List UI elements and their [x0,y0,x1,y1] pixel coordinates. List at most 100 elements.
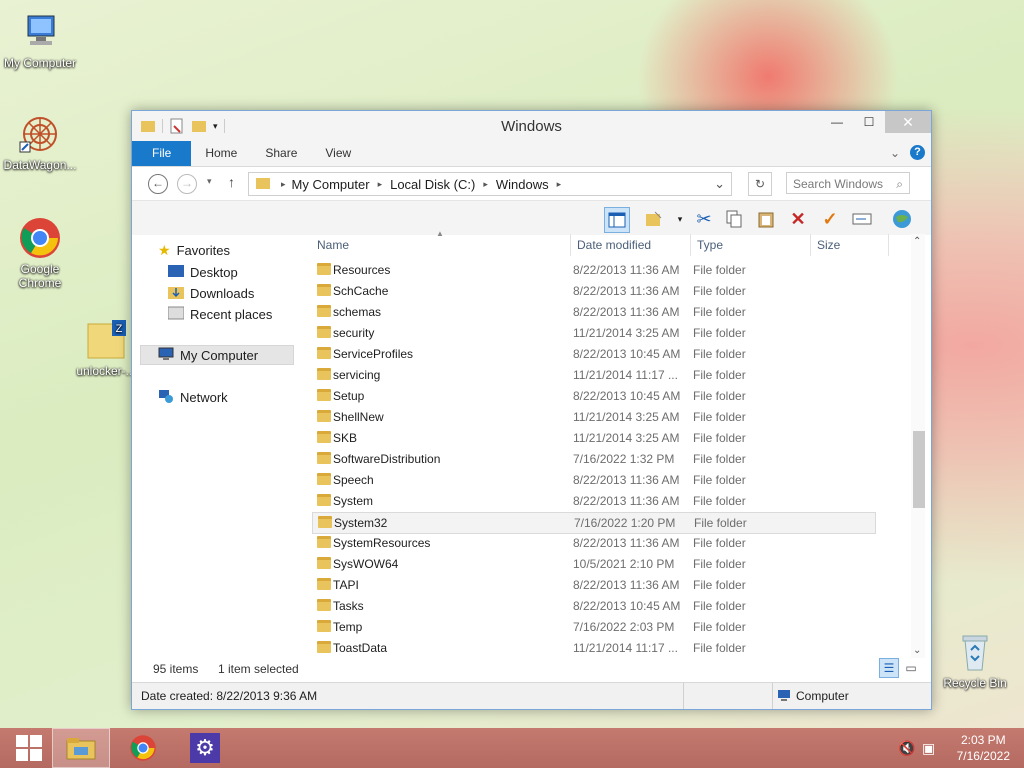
title-bar[interactable]: ▾ Windows — ☐ ✕ [132,111,931,141]
up-button[interactable]: ↑ [228,174,235,190]
address-dropdown-chevron-icon[interactable]: ⌄ [714,176,725,192]
location-label: Computer [796,689,849,703]
search-input[interactable]: Search Windows ⌕ [786,172,910,194]
folder-icon [317,599,331,611]
large-icons-view-icon[interactable]: ▭ [901,658,921,678]
breadcrumb-separator-icon: ▸ [483,178,488,189]
desktop-icon-datawagon[interactable]: DataWagon... [0,112,80,172]
folder-icon [317,641,331,653]
column-divider[interactable] [888,234,889,256]
column-header-name[interactable]: Name [317,238,349,256]
forward-button[interactable]: → [177,174,197,194]
table-row[interactable]: SchCache 8/22/2013 11:36 AM File folder [312,281,874,301]
desktop-icon-recycle-bin[interactable]: Recycle Bin [935,630,1015,690]
column-header-size[interactable]: Size [817,238,840,256]
nav-my-computer[interactable]: My Computer [140,345,294,365]
star-icon: ★ [158,241,171,258]
breadcrumb-local-disk[interactable]: Local Disk (C:) [390,177,475,192]
cut-icon[interactable]: ✂ [692,207,716,231]
clock-date: 7/16/2022 [956,749,1010,763]
tab-view[interactable]: View [311,141,365,166]
table-row[interactable]: ServiceProfiles 8/22/2013 10:45 AM File fo… [312,344,874,364]
table-row[interactable]: Tasks 8/22/2013 10:45 AM File folder [312,596,874,616]
file-name: Temp [333,620,363,634]
table-row[interactable]: Temp 7/16/2022 2:03 PM File folder [312,617,874,637]
details-view-icon[interactable]: ☰ [879,658,899,678]
table-row[interactable]: Speech 8/22/2013 11:36 AM File folder [312,470,874,490]
nav-label: Favorites [176,242,231,258]
file-type: File folder [693,431,746,445]
table-row[interactable]: Setup 8/22/2013 10:45 AM File folder [312,386,874,406]
nav-recent-places[interactable]: Recent places [167,304,272,324]
address-bar[interactable]: ▸ My Computer ▸ Local Disk (C:) ▸ Window… [248,172,732,196]
close-button[interactable]: ✕ [885,111,931,133]
taskbar-file-explorer[interactable] [52,728,110,768]
minimize-button[interactable]: — [821,111,853,133]
column-divider[interactable] [810,234,811,256]
nav-network[interactable]: Network [158,387,228,407]
expand-ribbon-chevron-icon[interactable]: ⌄ [890,146,900,160]
vertical-scrollbar[interactable]: ⌃ ⌄ [911,234,925,658]
network-status-icon[interactable]: ▣ [922,740,935,757]
taskbar-chrome[interactable] [114,728,172,768]
column-divider[interactable] [570,234,571,256]
file-name: schemas [333,305,382,319]
rename-icon[interactable] [850,207,874,231]
tab-home[interactable]: Home [191,141,251,166]
column-header-type[interactable]: Type [697,238,723,256]
paste-icon[interactable] [754,207,778,231]
desktop-icon-chrome[interactable]: Google Chrome [0,216,80,290]
scrollbar-thumb[interactable] [913,431,925,508]
table-row[interactable]: ShellNew 11/21/2014 3:25 AM File folder [312,407,874,427]
table-row[interactable]: security 11/21/2014 3:25 AM File folder [312,323,874,343]
file-date: 8/22/2013 11:36 AM [573,305,680,319]
table-row[interactable]: SystemResources 8/22/2013 11:36 AM File fo… [312,533,874,553]
desktop-icon-my-computer[interactable]: My Computer [0,10,80,70]
file-type: File folder [693,536,746,550]
help-icon[interactable]: ? [910,145,925,160]
folder-options-icon[interactable] [642,207,666,231]
column-divider[interactable] [690,234,691,256]
file-name: Resources [333,263,391,277]
maximize-button[interactable]: ☐ [853,111,885,133]
taskbar-settings[interactable]: ⚙ [176,728,234,768]
preview-pane-icon[interactable] [604,207,630,233]
back-button[interactable]: ← [148,174,168,194]
table-row[interactable]: SoftwareDistribution 7/16/2022 1:32 PM Fil… [312,449,874,469]
recent-locations-chevron-icon[interactable]: ▾ [207,176,212,187]
nav-favorites[interactable]: ★ Favorites [158,240,230,260]
copy-icon[interactable] [722,207,746,231]
file-list: ▲ Name Date modified Type Size Resources… [304,229,904,658]
divider [683,683,684,709]
table-row[interactable]: System 8/22/2013 11:36 AM File folder [312,491,874,511]
table-row[interactable]: TAPI 8/22/2013 11:36 AM File folder [312,575,874,595]
options-chevron-icon[interactable]: ▾ [668,207,692,231]
column-header-date[interactable]: Date modified [577,238,651,256]
checkmark-icon[interactable]: ✓ [818,207,842,231]
table-row[interactable]: Resources 8/22/2013 11:36 AM File folder [312,260,874,280]
windows-logo-icon [16,735,42,761]
globe-icon[interactable] [890,207,914,231]
table-row[interactable]: SKB 11/21/2014 3:25 AM File folder [312,428,874,448]
file-type: File folder [693,452,746,466]
breadcrumb-my-computer[interactable]: My Computer [292,177,370,192]
table-row[interactable]: System32 7/16/2022 1:20 PM File folder [312,512,876,534]
scroll-up-chevron-icon[interactable]: ⌃ [913,236,921,247]
table-row[interactable]: ToastData 11/21/2014 11:17 ... File folder [312,638,874,658]
start-button[interactable] [0,728,58,768]
clock[interactable]: 2:03 PM 7/16/2022 [957,732,1010,764]
refresh-button[interactable]: ↻ [748,172,772,196]
volume-muted-icon[interactable]: 🔇 [898,740,915,757]
table-row[interactable]: schemas 8/22/2013 11:36 AM File folder [312,302,874,322]
nav-desktop[interactable]: Desktop [168,262,238,282]
table-row[interactable]: servicing 11/21/2014 11:17 ... File folder [312,365,874,385]
tab-share[interactable]: Share [251,141,311,166]
file-date: 11/21/2014 3:25 AM [573,431,680,445]
computer-icon [777,689,791,704]
breadcrumb-windows[interactable]: Windows [496,177,549,192]
table-row[interactable]: SysWOW64 10/5/2021 2:10 PM File folder [312,554,874,574]
delete-icon[interactable]: ✕ [786,207,810,231]
tab-file[interactable]: File [132,141,192,166]
nav-downloads[interactable]: Downloads [168,283,254,303]
scroll-down-chevron-icon[interactable]: ⌄ [913,645,921,656]
